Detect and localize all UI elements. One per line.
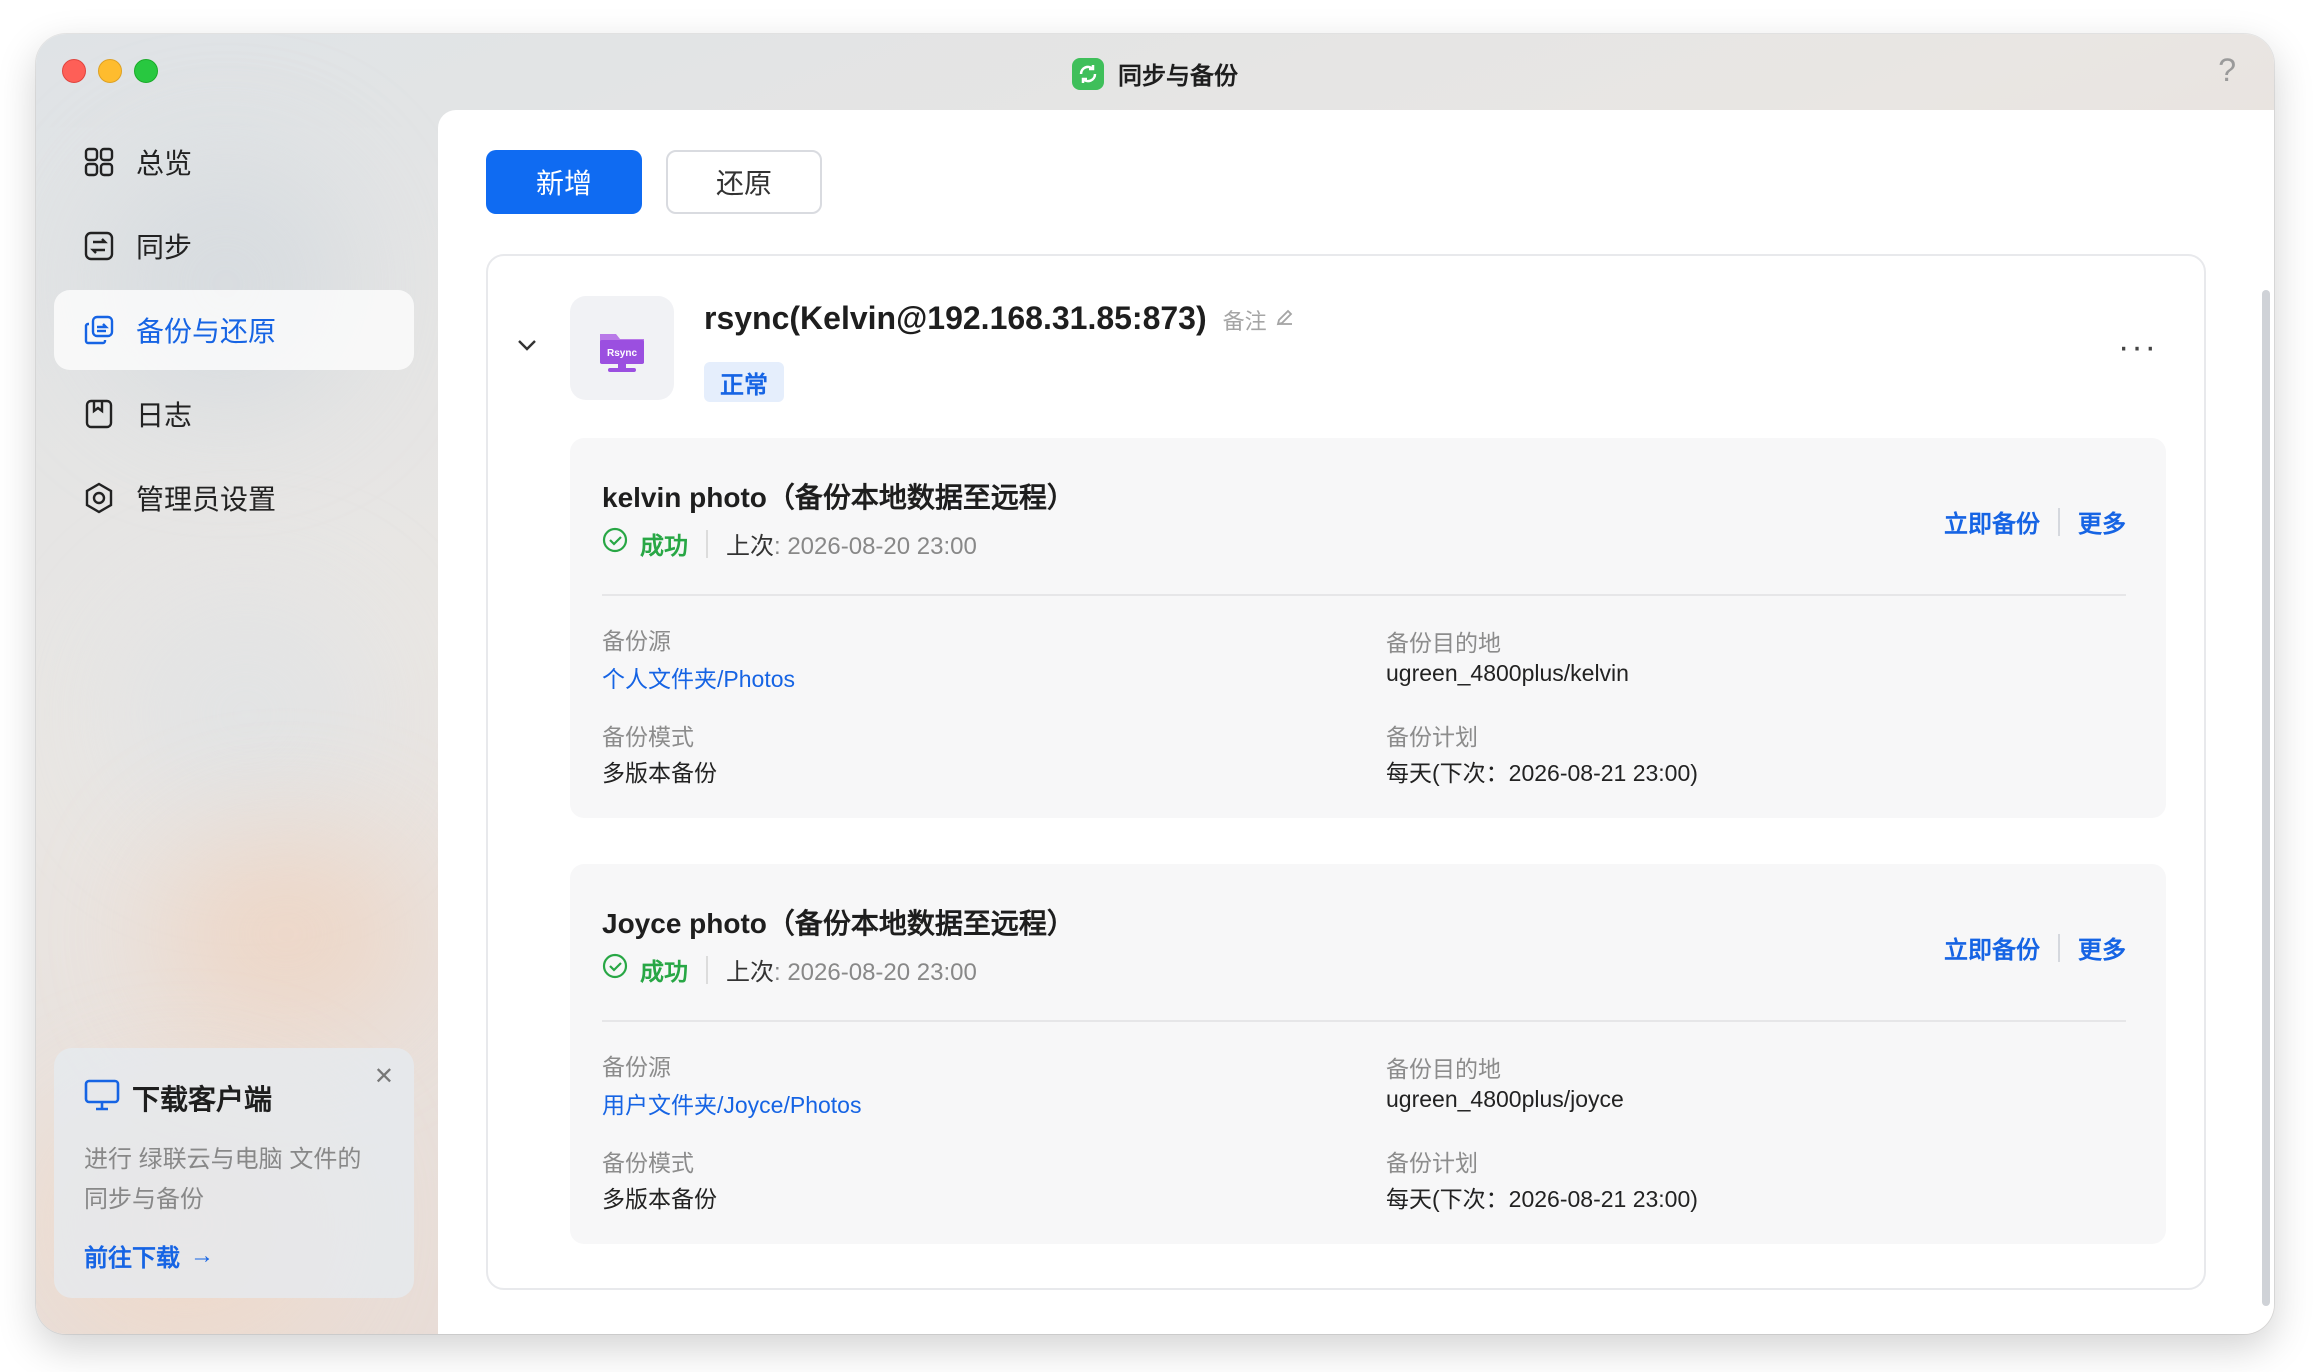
dest-label: 备份目的地 — [1386, 1056, 1501, 1082]
backup-job-fields: 备份目的地 ugreen_4800plus/kelvin 备份模式 多版本备份 … — [570, 438, 2166, 818]
promo-description: 进行 绿联云与电脑 文件的同步与备份 — [84, 1146, 362, 1213]
plan-value: 每天(下次：2026-08-21 23:00) — [1386, 760, 1698, 786]
more-options-icon[interactable]: ··· — [2118, 328, 2158, 367]
more-button[interactable]: 更多 — [2078, 930, 2126, 965]
app-window: 同步与备份 ? 总览 同步 备份与还原 日志 管理员设置 ✕ 下载客户端 进行 … — [36, 34, 2274, 1334]
sidebar-item-overview[interactable]: 总览 — [54, 122, 414, 202]
close-icon[interactable]: ✕ — [374, 1062, 394, 1091]
task-title: rsync(Kelvin@192.168.31.85:873) — [704, 300, 1207, 336]
scrollbar[interactable] — [2262, 290, 2270, 1306]
download-client-promo: ✕ 下载客户端 进行 绿联云与电脑 文件的同步与备份 前往下载 → — [54, 1048, 414, 1298]
job-status: 成功 — [640, 959, 688, 986]
plan-value: 每天(下次：2026-08-21 23:00) — [1386, 1186, 1698, 1212]
arrow-right-icon: → — [190, 1241, 214, 1269]
backup-task-card: Rsync rsync(Kelvin@192.168.31.85:873) 备注… — [486, 254, 2206, 1290]
divider — [706, 955, 708, 984]
note-label: 备注 — [1222, 309, 1267, 334]
dest-value: ugreen_4800plus/kelvin — [1386, 660, 1629, 686]
go-download-link[interactable]: 前往下载 → — [84, 1238, 384, 1273]
last-run-value: : 2026-08-20 23:00 — [774, 959, 977, 986]
pencil-icon — [1275, 307, 1295, 333]
backup-now-button[interactable]: 立即备份 — [1944, 930, 2040, 965]
promo-link-label: 前往下载 — [84, 1245, 180, 1272]
close-window-button[interactable] — [62, 59, 86, 83]
sidebar-item-backup-restore[interactable]: 备份与还原 — [54, 290, 414, 370]
sidebar-item-label: 备份与还原 — [136, 316, 277, 347]
rsync-tile-text: Rsync — [607, 348, 637, 359]
dest-label: 备份目的地 — [1386, 630, 1501, 656]
task-title-row: rsync(Kelvin@192.168.31.85:873) 备注 — [704, 300, 1295, 337]
job-status-row: 成功 上次: 2026-08-20 23:00 — [602, 952, 977, 987]
backup-job-card: Joyce photo（备份本地数据至远程） 成功 上次: 2026-08-20… — [570, 864, 2166, 1244]
divider — [602, 1020, 2126, 1022]
sidebar-item-admin-settings[interactable]: 管理员设置 — [54, 458, 414, 538]
last-run-label: 上次 — [726, 959, 774, 986]
note-edit[interactable]: 备注 — [1223, 304, 1295, 336]
sidebar-item-label: 总览 — [136, 148, 193, 179]
restore-button[interactable]: 还原 — [666, 150, 822, 214]
promo-title: 下载客户端 — [132, 1084, 273, 1115]
dest-value: ugreen_4800plus/joyce — [1386, 1086, 1624, 1112]
sidebar-item-label: 管理员设置 — [136, 484, 277, 515]
mode-label: 备份模式 — [602, 1150, 694, 1176]
sidebar-item-log[interactable]: 日志 — [54, 374, 414, 454]
check-circle-icon — [602, 953, 628, 986]
minimize-window-button[interactable] — [98, 59, 122, 83]
sync-backup-app-icon — [1072, 57, 1104, 90]
log-icon — [82, 397, 116, 431]
status-badge: 正常 — [704, 362, 784, 402]
sidebar-item-label: 同步 — [136, 232, 193, 263]
promo-title-row: 下载客户端 — [84, 1078, 384, 1118]
grid-icon — [82, 145, 116, 179]
sidebar: 总览 同步 备份与还原 日志 管理员设置 — [54, 122, 414, 542]
source-label: 备份源 — [602, 1054, 671, 1080]
rsync-icon: Rsync — [570, 296, 674, 400]
mode-label: 备份模式 — [602, 724, 694, 750]
window-title-group: 同步与备份 — [1072, 56, 1238, 91]
source-value-link[interactable]: 用户文件夹/Joyce/Photos — [602, 1086, 861, 1120]
main-panel: 新增 还原 Rsync rsync(Kelvin@192.168.31.85:8… — [438, 110, 2274, 1334]
maximize-window-button[interactable] — [134, 59, 158, 83]
plan-label: 备份计划 — [1386, 1150, 1478, 1176]
sidebar-item-label: 日志 — [136, 400, 193, 431]
add-button[interactable]: 新增 — [486, 150, 642, 214]
chevron-down-icon[interactable] — [516, 338, 538, 357]
title-bar: 同步与备份 ? — [36, 34, 2274, 110]
last-run: 上次: 2026-08-20 23:00 — [726, 952, 977, 987]
plan-label: 备份计划 — [1386, 724, 1478, 750]
monitor-icon — [84, 1079, 120, 1118]
window-title: 同步与备份 — [1118, 63, 1238, 90]
mode-value: 多版本备份 — [602, 760, 717, 786]
sync-icon — [82, 229, 116, 263]
job-actions: 立即备份 更多 — [1944, 930, 2126, 965]
divider — [2058, 933, 2060, 962]
job-name: Joyce photo（备份本地数据至远程） — [602, 908, 1075, 939]
backup-restore-icon — [82, 313, 116, 347]
mode-value: 多版本备份 — [602, 1186, 717, 1212]
admin-settings-icon — [82, 481, 116, 515]
help-icon[interactable]: ? — [2218, 52, 2236, 89]
sidebar-item-sync[interactable]: 同步 — [54, 206, 414, 286]
